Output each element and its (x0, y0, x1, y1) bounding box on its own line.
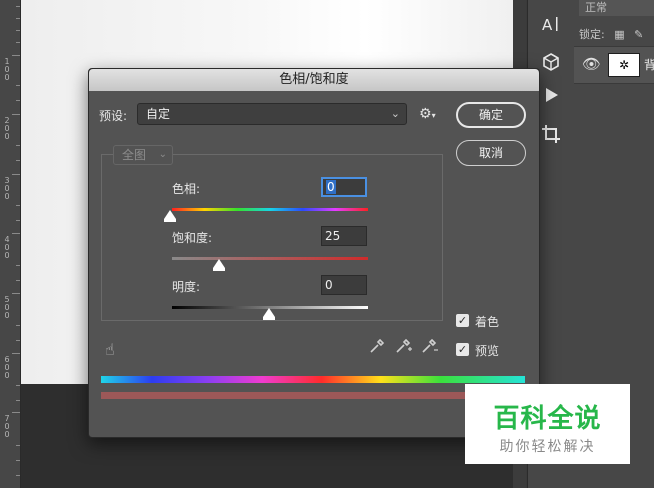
crop-tool-icon[interactable] (537, 124, 565, 152)
input-color-bar (101, 376, 525, 383)
layer-thumbnail-icon: ✲ (608, 53, 640, 77)
chevron-down-icon: ⌄ (158, 149, 167, 160)
hue-label: 色相: (172, 182, 201, 196)
adjustment-group (101, 154, 443, 321)
cancel-button[interactable]: 取消 (456, 140, 526, 166)
3d-cube-icon[interactable] (537, 52, 565, 80)
preset-label: 预设: (99, 109, 128, 123)
output-color-bar (101, 392, 525, 399)
character-panel-icon[interactable]: A (537, 14, 565, 42)
ruler-label: 0 (4, 311, 10, 320)
ruler-label: 0 (4, 251, 10, 260)
saturation-slider-track[interactable] (172, 257, 368, 260)
watermark: 百科全说 助你轻松解决 (465, 384, 630, 464)
range-select[interactable]: 全图 ⌄ (113, 145, 173, 165)
lock-row: 锁定: ▦ ✎ (579, 26, 649, 42)
eyedropper-subtract-icon[interactable] (421, 338, 439, 358)
preview-label[interactable]: 预览 (475, 342, 499, 359)
saturation-label: 饱和度: (172, 231, 213, 245)
ok-button[interactable]: 确定 (456, 102, 526, 128)
dialog-title[interactable]: 色相/饱和度 (89, 69, 539, 91)
hue-input[interactable]: 0 (321, 177, 367, 197)
ruler-label: 0 (4, 371, 10, 380)
lock-transparency-icon[interactable]: ▦ (614, 28, 624, 41)
layer-row[interactable]: 👁 ✲ 背 (574, 46, 654, 84)
lightness-label: 明度: (172, 280, 201, 294)
watermark-subtitle: 助你轻松解决 (499, 439, 596, 455)
hue-saturation-dialog: 色相/饱和度 预设: 自定 ⌄ ⚙▾ 确定 取消 全图 ⌄ 色相: 0 饱和度:… (88, 68, 540, 438)
preset-select[interactable]: 自定 ⌄ (137, 103, 407, 125)
play-action-icon[interactable] (537, 84, 565, 112)
svg-text:A: A (542, 16, 553, 34)
targeted-adjustment-hand-icon[interactable]: ☝ (105, 340, 115, 359)
chevron-down-icon: ⌄ (390, 107, 400, 120)
colorize-checkbox[interactable]: ✓ (456, 314, 469, 327)
saturation-slider-thumb[interactable] (213, 259, 225, 271)
preview-checkbox[interactable]: ✓ (456, 343, 469, 356)
ruler-label: 0 (4, 73, 10, 82)
vertical-ruler: 1 0 0 2 0 0 3 0 0 4 0 0 5 0 0 6 0 0 7 0 … (0, 0, 21, 488)
hue-value: 0 (326, 180, 336, 194)
lock-label: 锁定: (579, 28, 605, 41)
lightness-input[interactable]: 0 (321, 275, 367, 295)
visibility-eye-icon[interactable]: 👁 (582, 55, 601, 73)
eyedropper-add-icon[interactable] (395, 338, 413, 358)
preset-value: 自定 (146, 107, 171, 121)
colorize-label[interactable]: 着色 (475, 313, 499, 330)
lightness-slider-thumb[interactable] (263, 308, 275, 320)
ruler-label: 0 (4, 192, 10, 201)
ruler-label: 0 (4, 430, 10, 439)
eyedropper-icon[interactable] (369, 338, 385, 358)
range-value: 全图 (122, 148, 147, 162)
gear-icon[interactable]: ⚙▾ (419, 106, 436, 122)
blend-mode-select[interactable]: 正常 (579, 0, 654, 16)
hue-slider-track[interactable] (172, 208, 368, 211)
layer-name[interactable]: 背 (644, 56, 654, 73)
hue-slider-thumb[interactable] (164, 210, 176, 222)
lock-paint-icon[interactable]: ✎ (634, 28, 643, 41)
saturation-input[interactable]: 25 (321, 226, 367, 246)
ruler-label: 0 (4, 132, 10, 141)
watermark-title: 百科全说 (493, 404, 602, 434)
